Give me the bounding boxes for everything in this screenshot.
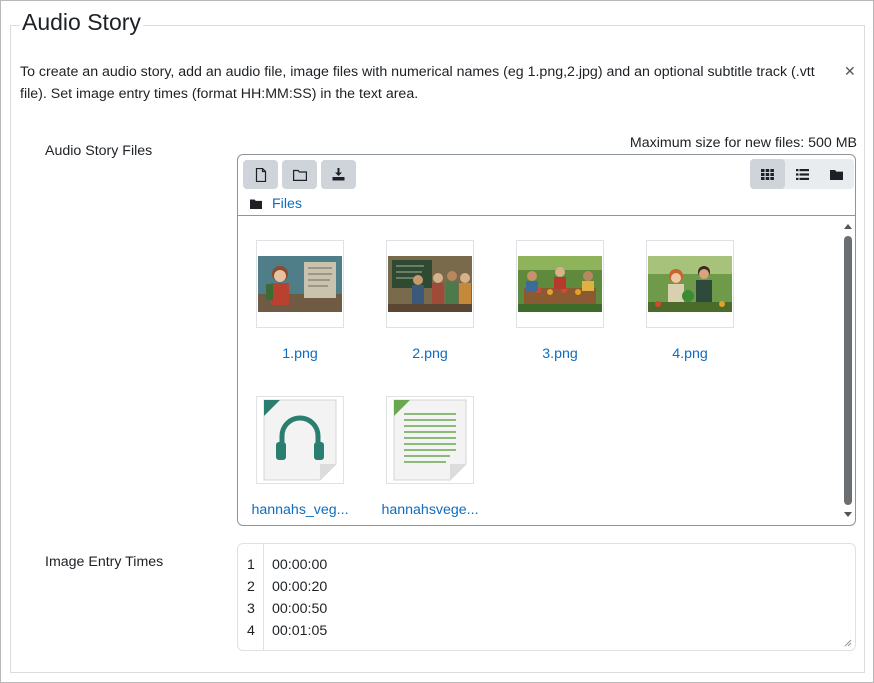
time-entry: 00:01:05 <box>272 623 328 639</box>
time-entry: 00:00:50 <box>272 601 328 617</box>
line-number: 4 <box>247 623 255 639</box>
image-entry-times-textarea[interactable]: 1 00:00:00 2 00:00:20 3 00:00:50 4 00:01… <box>237 543 856 651</box>
file-tile-1[interactable]: 1.png <box>245 240 355 362</box>
file-tile-4[interactable]: 4.png <box>635 240 745 362</box>
file-add-icon[interactable] <box>243 160 278 189</box>
file-name[interactable]: hannahsvege... <box>375 502 485 518</box>
image-thumbnail <box>516 240 604 328</box>
download-icon[interactable] <box>321 160 356 189</box>
file-name[interactable]: hannahs_veg... <box>245 502 355 518</box>
audio-file-icon <box>256 396 344 484</box>
breadcrumb: Files <box>250 196 302 212</box>
line-number: 3 <box>247 601 255 617</box>
image-thumbnail <box>256 240 344 328</box>
close-icon[interactable]: ✕ <box>844 63 856 80</box>
file-tile-audio[interactable]: hannahs_veg... <box>245 396 355 518</box>
file-grid: 1.png 2.png 3.png 4.png hannahs_veg... h… <box>238 216 855 525</box>
audio-story-files-label: Audio Story Files <box>45 143 153 159</box>
file-name[interactable]: 1.png <box>245 346 355 362</box>
form-frame: Audio Story To create an audio story, ad… <box>0 0 874 683</box>
list-view-icon[interactable] <box>785 159 820 189</box>
folder-add-icon[interactable] <box>282 160 317 189</box>
line-number: 1 <box>247 557 255 573</box>
line-number: 2 <box>247 579 255 595</box>
intro-text: To create an audio story, add an audio f… <box>20 64 815 102</box>
file-grid-scrollbar[interactable] <box>842 218 854 523</box>
file-tile-2[interactable]: 2.png <box>375 240 485 362</box>
scrollbar-thumb[interactable] <box>844 236 852 505</box>
time-entry: 00:00:00 <box>272 557 328 573</box>
view-switcher <box>750 159 854 189</box>
image-entry-times-label: Image Entry Times <box>45 554 164 570</box>
folder-icon <box>250 199 262 209</box>
file-tile-subtitle[interactable]: hannahsvege... <box>375 396 485 518</box>
file-name[interactable]: 4.png <box>635 346 745 362</box>
image-thumbnail <box>386 240 474 328</box>
max-size-note: Maximum size for new files: 500 MB <box>629 135 857 151</box>
breadcrumb-files-link[interactable]: Files <box>272 196 302 212</box>
text-file-icon <box>386 396 474 484</box>
grid-view-icon[interactable] <box>750 159 785 189</box>
file-name[interactable]: 2.png <box>375 346 485 362</box>
scroll-up-icon[interactable] <box>844 224 852 229</box>
image-thumbnail <box>646 240 734 328</box>
tree-view-icon[interactable] <box>819 159 854 189</box>
resize-handle-icon[interactable] <box>844 639 852 647</box>
scroll-down-icon[interactable] <box>844 512 852 517</box>
time-entry: 00:00:20 <box>272 579 328 595</box>
file-name[interactable]: 3.png <box>505 346 615 362</box>
section-title: Audio Story <box>20 9 143 36</box>
file-picker: Files 1.png 2.png 3.png 4.png hannahs_ve… <box>237 154 856 526</box>
file-tile-3[interactable]: 3.png <box>505 240 615 362</box>
